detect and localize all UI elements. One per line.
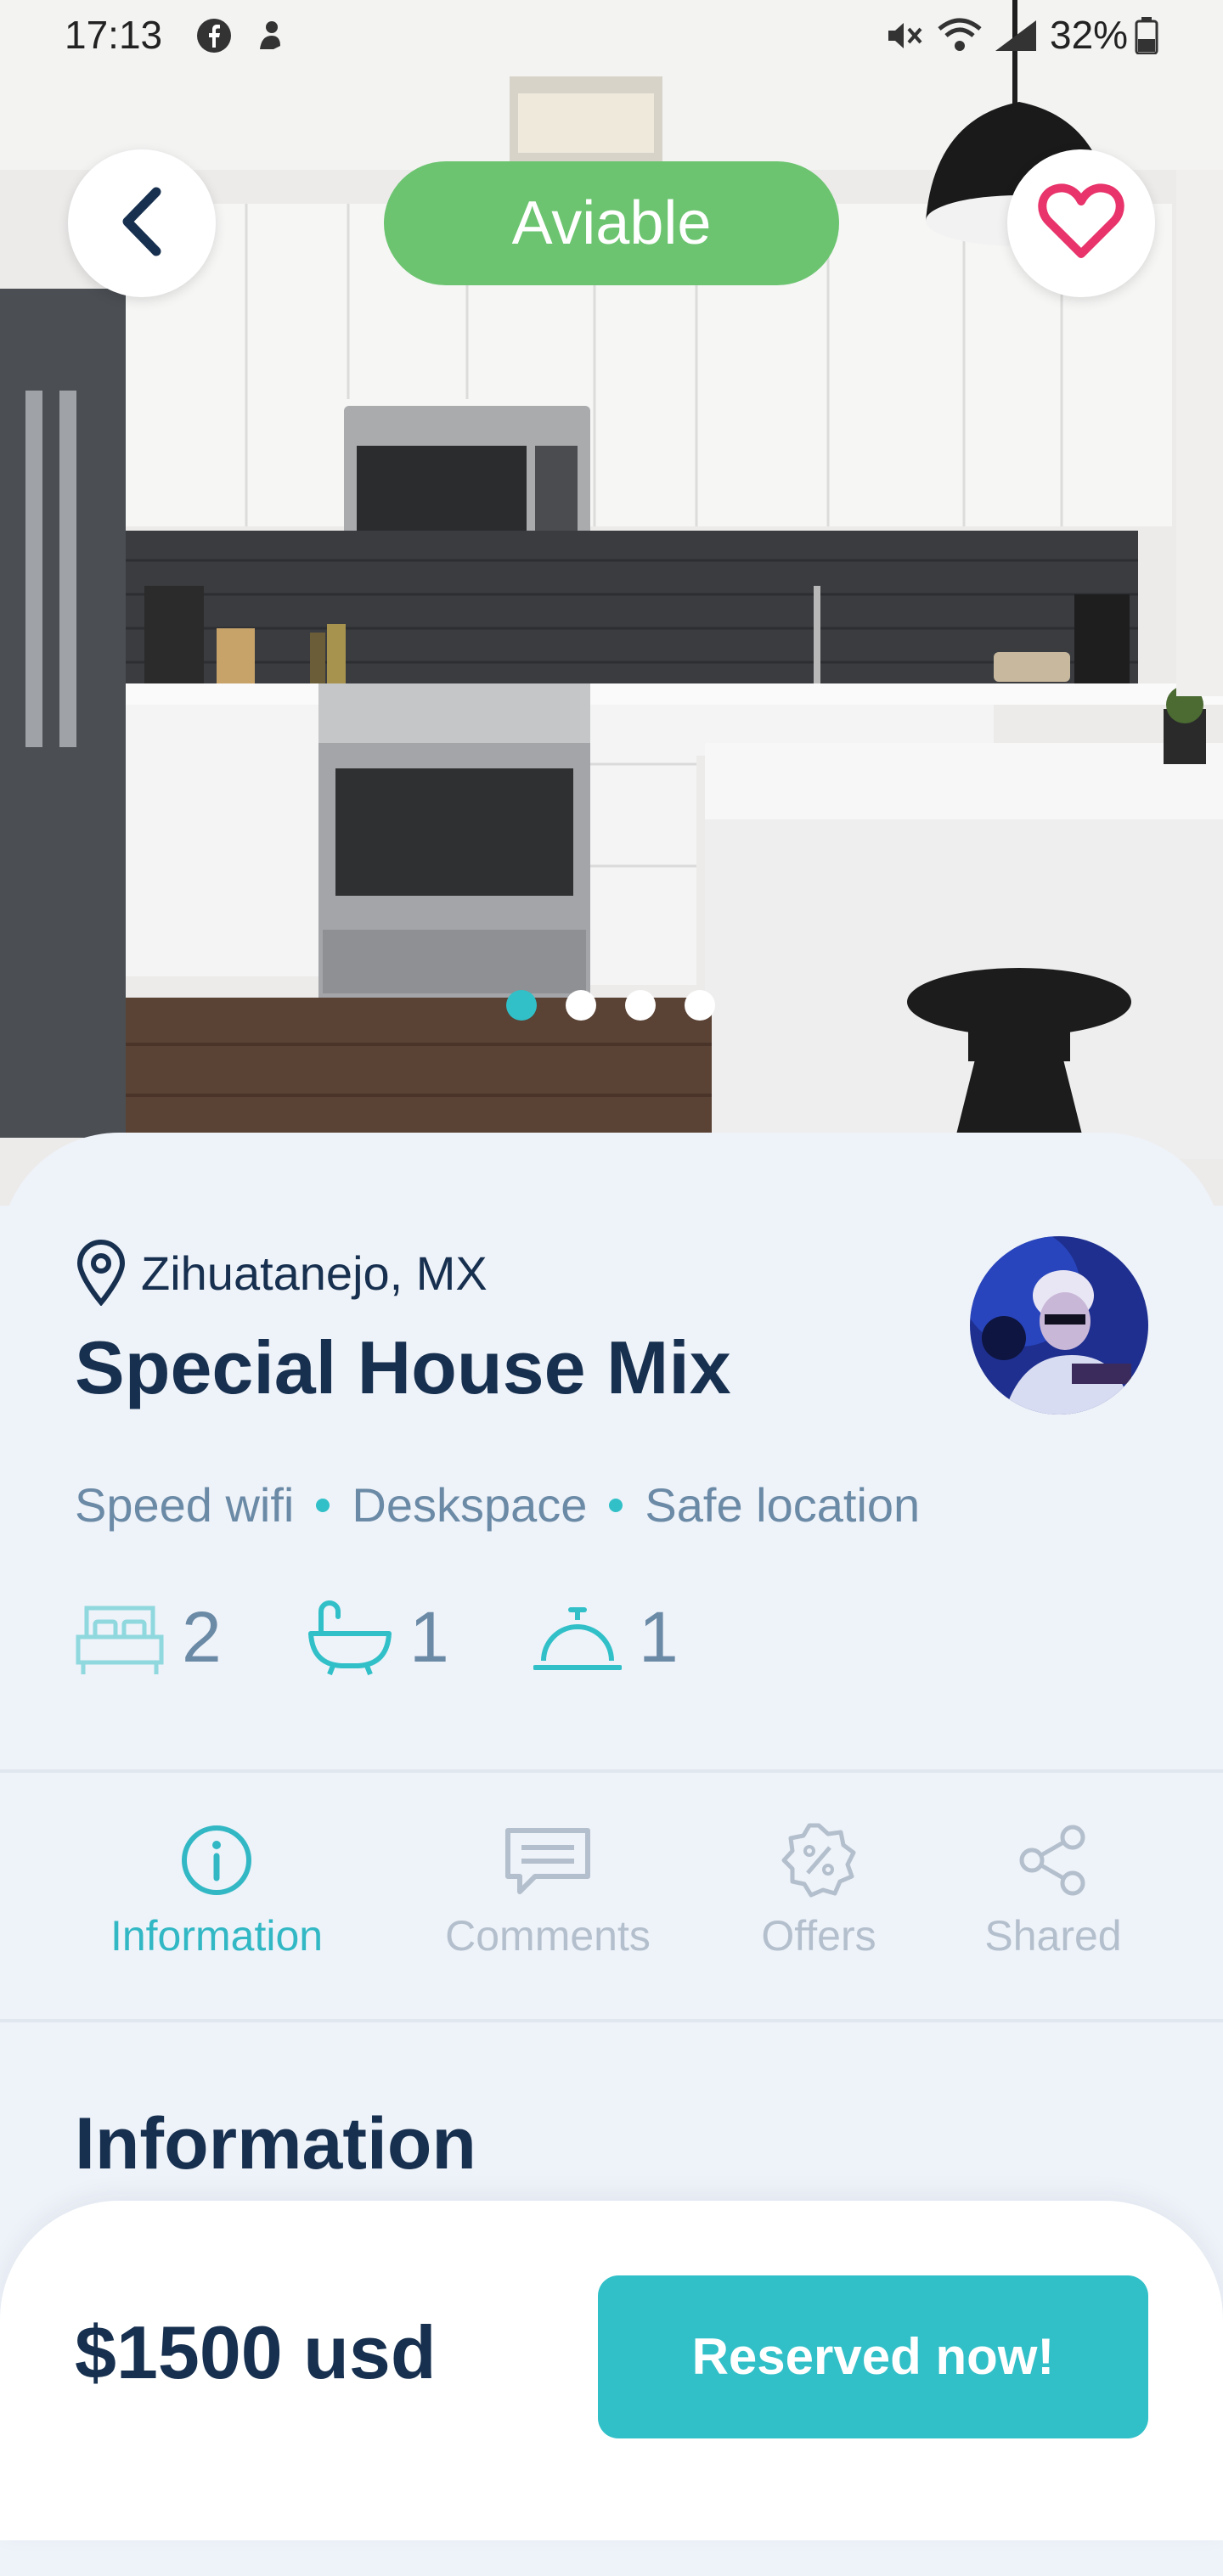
reserve-button[interactable]: Reserved now! — [598, 2275, 1148, 2438]
bathtub-icon — [307, 1600, 392, 1676]
location-text: Zihuatanejo, MX — [141, 1246, 488, 1300]
battery-icon — [1135, 17, 1158, 59]
amenity-bedrooms: 2 — [75, 1596, 222, 1679]
tab-offers[interactable]: Offers — [725, 1822, 912, 1960]
battery-percent: 32% — [1050, 13, 1129, 57]
carousel-dot[interactable] — [625, 990, 656, 1021]
tab-shared[interactable]: Shared — [960, 1822, 1147, 1960]
amenity-count: 1 — [409, 1597, 449, 1677]
price: $1500 usd — [75, 2310, 437, 2394]
mute-icon — [883, 17, 924, 59]
service-bell-icon — [533, 1600, 622, 1676]
tab-label: Offers — [761, 1912, 876, 1960]
tab-label: Comments — [445, 1912, 651, 1960]
notification-icon — [251, 17, 289, 59]
signal-icon — [992, 17, 1040, 59]
amenity-bathrooms: 1 — [307, 1596, 449, 1679]
location: Zihuatanejo, MX — [75, 1240, 488, 1306]
divider — [0, 1769, 1223, 1773]
wifi-icon — [936, 17, 983, 59]
discount-icon — [781, 1823, 857, 1902]
back-button[interactable] — [68, 149, 216, 297]
tab-comments[interactable]: Comments — [425, 1822, 671, 1960]
chevron-left-icon — [112, 183, 172, 264]
heart-icon — [1037, 183, 1125, 265]
section-title: Information — [75, 2103, 476, 2185]
status-bar: 17:13 32% — [0, 0, 1223, 76]
listing-title: Special House Mix — [75, 1325, 731, 1409]
divider — [0, 2019, 1223, 2022]
comment-icon — [501, 1828, 595, 1902]
amenity-dining: 1 — [533, 1596, 679, 1679]
tab-label: Shared — [984, 1912, 1122, 1960]
location-pin-icon — [75, 1240, 127, 1306]
bullet-separator — [609, 1498, 623, 1512]
tab-label: Information — [110, 1912, 324, 1960]
facebook-icon — [195, 17, 233, 59]
availability-badge: Aviable — [384, 161, 839, 285]
carousel-dot[interactable] — [506, 990, 537, 1021]
favorite-button[interactable] — [1007, 149, 1155, 297]
feature-item: Deskspace — [352, 1478, 588, 1532]
bullet-separator — [316, 1498, 330, 1512]
amenity-count: 1 — [639, 1597, 679, 1677]
amenity-count: 2 — [182, 1597, 222, 1677]
carousel-indicator — [506, 990, 715, 1021]
carousel-dot[interactable] — [685, 990, 715, 1021]
feature-item: Speed wifi — [75, 1478, 295, 1532]
feature-list: Speed wifi Deskspace Safe location — [75, 1477, 920, 1533]
bed-icon — [75, 1600, 165, 1676]
status-time: 17:13 — [65, 13, 163, 57]
tab-information[interactable]: Information — [93, 1822, 340, 1960]
info-icon — [178, 1825, 255, 1902]
host-avatar[interactable] — [970, 1236, 1148, 1415]
carousel-dot[interactable] — [566, 990, 596, 1021]
feature-item: Safe location — [645, 1478, 921, 1532]
share-icon — [1015, 1825, 1091, 1902]
